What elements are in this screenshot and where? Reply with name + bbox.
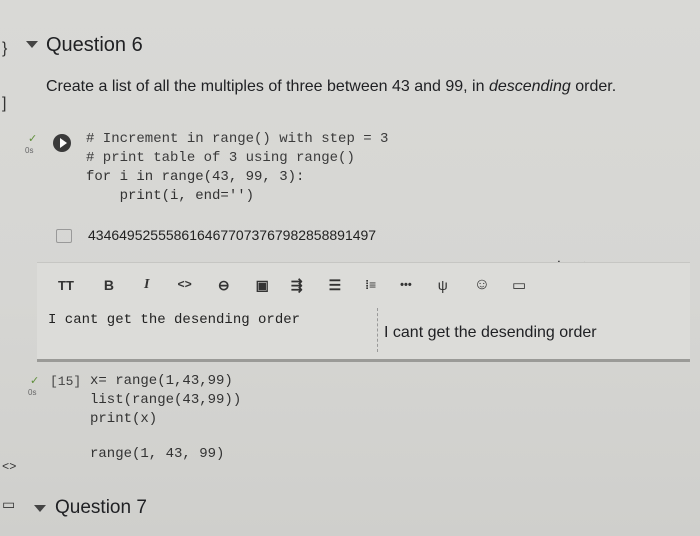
output-icon[interactable] (56, 229, 72, 243)
code-line: for i in range(43, 99, 3): (86, 169, 305, 185)
prompt-text-start: Create a list of all the multiples of th… (46, 78, 489, 95)
rail-bracket-icon: ] (2, 95, 7, 112)
cell1-output: 4346495255586164677073767982858891497 (88, 227, 377, 243)
editor-toolbar: TT B I <> ⊖ ▣ ⇶ ☰ ⁞≡ ••• ψ ☺ ▭ (58, 276, 526, 294)
cell1-code[interactable]: # Increment in range() with step = 3 # p… (86, 131, 388, 207)
italic-icon[interactable]: I (144, 277, 149, 293)
insert-link-icon[interactable]: ⊖ (218, 277, 230, 294)
cell1-status-check-icon: ✓ (28, 133, 38, 145)
bulleted-list-icon[interactable]: ⁞≡ (365, 278, 376, 292)
text-cell-preview: I cant get the desending order (384, 324, 597, 341)
left-rail: } ] <> ▭ (0, 0, 22, 536)
section-title-q7: Question 7 (55, 497, 147, 518)
emoji-icon[interactable]: ☺ (474, 276, 490, 294)
prompt-text-end: order. (570, 78, 617, 95)
indent-icon[interactable]: ⇶ (291, 277, 303, 294)
code-line: # Increment in range() with step = 3 (86, 131, 389, 147)
cell2-status-check-icon: ✓ (30, 375, 40, 387)
code-line: print(i, end='') (86, 188, 255, 204)
editor-preview-divider (377, 308, 378, 352)
horizontal-rule-icon[interactable]: ••• (400, 279, 412, 291)
code-line: x= range(1,43,99) (90, 373, 233, 389)
bold-icon[interactable]: B (104, 277, 114, 293)
code-line: list(range(43,99)) (90, 392, 242, 408)
section-title-q6: Question 6 (46, 34, 143, 56)
heading-icon[interactable]: TT (58, 278, 74, 293)
code-line: # print table of 3 using range() (86, 150, 355, 166)
question-prompt: Create a list of all the multiples of th… (46, 78, 616, 96)
cell2-exec-time: 0s (28, 388, 37, 397)
collapse-q6-chevron-icon[interactable] (26, 41, 38, 48)
code-format-icon[interactable]: <> (177, 278, 191, 292)
cell2-output: range(1, 43, 99) (90, 446, 225, 462)
prompt-text-emphasis: descending (488, 78, 571, 95)
code-line: print(x) (90, 411, 158, 427)
insert-image-icon[interactable]: ▣ (256, 277, 269, 294)
terminal-icon[interactable]: ▭ (2, 496, 15, 513)
rail-brace-icon: } (2, 40, 8, 57)
cell1-exec-time: 0s (25, 146, 34, 155)
preview-toggle-icon[interactable]: ▭ (512, 276, 526, 294)
run-cell-button[interactable] (53, 134, 71, 152)
code-snippets-icon[interactable]: <> (2, 460, 16, 474)
cell2-exec-count[interactable]: [15] (50, 374, 81, 389)
numbered-list-icon[interactable]: ☰ (329, 277, 342, 294)
collapse-q7-chevron-icon[interactable] (34, 505, 46, 512)
cell2-code[interactable]: x= range(1,43,99) list(range(43,99)) pri… (90, 373, 241, 430)
latex-psi-icon[interactable]: ψ (438, 277, 448, 293)
text-cell-source[interactable]: I cant get the desending order (48, 312, 300, 328)
